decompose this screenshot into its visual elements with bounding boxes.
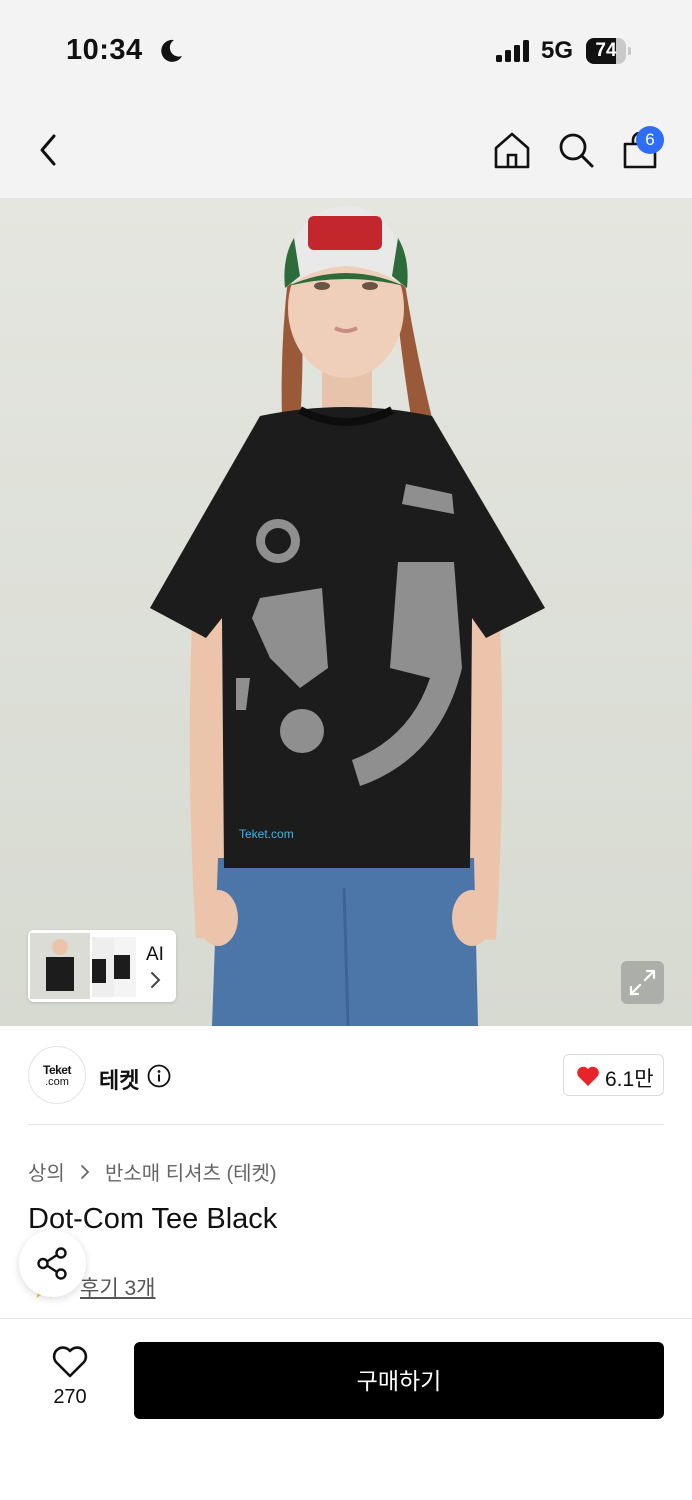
brand-logo-subtext: .com	[45, 1076, 69, 1088]
signal-icon	[496, 40, 529, 62]
brand-logo[interactable]: Teket .com	[28, 1046, 86, 1104]
breadcrumb-item-subcategory[interactable]: 반소매 티셔츠 (테켓)	[105, 1163, 277, 1185]
breadcrumb-item-category[interactable]: 상의	[28, 1163, 65, 1185]
wishlist-heart-icon[interactable]	[52, 1345, 88, 1379]
status-bar: 10:34 5G 74	[0, 0, 692, 100]
thumbnail-images	[30, 933, 136, 999]
battery-icon: 74	[586, 38, 631, 64]
brand-like-count: 6.1만	[605, 1068, 654, 1091]
info-icon[interactable]	[147, 1064, 171, 1088]
tee-print-label: Teket.com	[239, 827, 294, 841]
divider	[28, 1124, 664, 1125]
moon-icon	[161, 39, 182, 62]
ai-thumbnail-button[interactable]	[28, 930, 176, 1002]
brand-like-button[interactable]: 6.1만	[563, 1054, 664, 1096]
search-icon[interactable]	[556, 130, 596, 170]
back-icon[interactable]	[34, 130, 64, 170]
brand-logo-text: Teket	[43, 1063, 71, 1077]
network-label: 5G	[541, 37, 574, 64]
status-time: 10:34	[66, 34, 143, 66]
chevron-right-icon	[151, 972, 161, 988]
chevron-right-icon	[81, 1164, 90, 1179]
expand-icon	[629, 969, 656, 996]
ai-label: AI	[146, 944, 164, 965]
product-image[interactable]: Teket.com	[0, 198, 692, 1026]
product-photo: Teket.com	[150, 206, 545, 1026]
expand-image-button[interactable]	[621, 961, 664, 1004]
share-button[interactable]	[19, 1230, 86, 1297]
reviews-link[interactable]: 후기 3개	[80, 1272, 155, 1302]
cart-count-badge: 6	[636, 126, 664, 154]
wishlist-count: 270	[53, 1386, 87, 1408]
battery-percent: 74	[595, 40, 617, 61]
share-icon	[37, 1247, 67, 1280]
product-title: Dot-Com Tee Black	[28, 1203, 278, 1235]
home-icon[interactable]	[492, 130, 532, 170]
heart-filled-icon	[577, 1066, 599, 1086]
brand-name[interactable]: 테켓	[99, 1063, 139, 1095]
buy-button[interactable]: 구매하기	[134, 1342, 664, 1419]
bottom-bar-divider	[0, 1318, 692, 1319]
top-nav-bar	[0, 100, 692, 198]
breadcrumb: 상의 반소매 티셔츠 (테켓)	[28, 1157, 277, 1186]
